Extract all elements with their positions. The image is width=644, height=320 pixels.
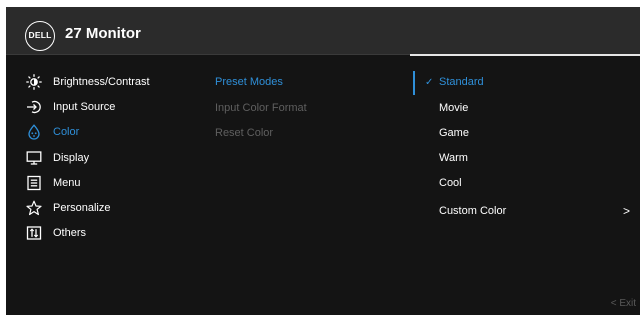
submenu-input-color-format[interactable]: Input Color Format [215,102,307,114]
menu-item-color[interactable]: Color [26,122,206,142]
input-source-icon [26,99,42,115]
dell-logo: DELL [25,21,55,51]
options-header-divider [410,54,640,56]
menu-item-personalize[interactable]: Personalize [26,198,206,218]
option-warm[interactable]: Warm [425,152,630,164]
option-game[interactable]: Game [425,127,630,139]
menu-item-label: Input Source [53,101,116,113]
menu-item-label: Display [53,152,90,164]
monitor-title: 27 Monitor [65,25,141,42]
exit-button[interactable]: < Exit [611,298,636,309]
option-custom-color[interactable]: Custom Color > [425,204,630,218]
monitor-osd: DELL 27 Monitor Brightness/Contrast Inpu… [6,7,640,315]
option-label: Game [439,127,469,139]
menu-item-label: Personalize [53,202,111,214]
menu-item-menu[interactable]: Menu [26,173,206,193]
option-standard[interactable]: ✓ Standard [425,76,630,88]
menu-item-label: Others [53,227,87,239]
menu-item-input-source[interactable]: Input Source [26,97,206,117]
option-label: Standard [439,76,484,88]
option-movie[interactable]: Movie [425,102,630,114]
selection-indicator [413,71,415,95]
menu-item-brightness-contrast[interactable]: Brightness/Contrast [26,72,206,92]
submenu-reset-color[interactable]: Reset Color [215,127,273,139]
submenu-preset-modes[interactable]: Preset Modes [215,76,283,88]
display-icon [26,150,42,166]
color-palette-icon [26,124,42,140]
menu-item-label: Menu [53,177,81,189]
others-icon [26,225,42,241]
menu-item-others[interactable]: Others [26,223,206,243]
brightness-icon [26,74,42,90]
menu-item-display[interactable]: Display [26,148,206,168]
menu-icon [26,175,42,191]
menu-item-label: Color [53,126,80,138]
option-cool[interactable]: Cool [425,177,630,189]
option-label: Warm [439,152,468,164]
option-label: Cool [439,177,462,189]
checkmark-icon: ✓ [425,77,434,88]
osd-header: DELL 27 Monitor [6,7,640,55]
chevron-right-icon: > [622,204,630,218]
menu-item-label: Brightness/Contrast [53,76,150,88]
option-label: Movie [439,102,469,114]
header-divider [6,54,410,55]
option-label: Custom Color [439,205,507,217]
star-icon [26,200,42,216]
